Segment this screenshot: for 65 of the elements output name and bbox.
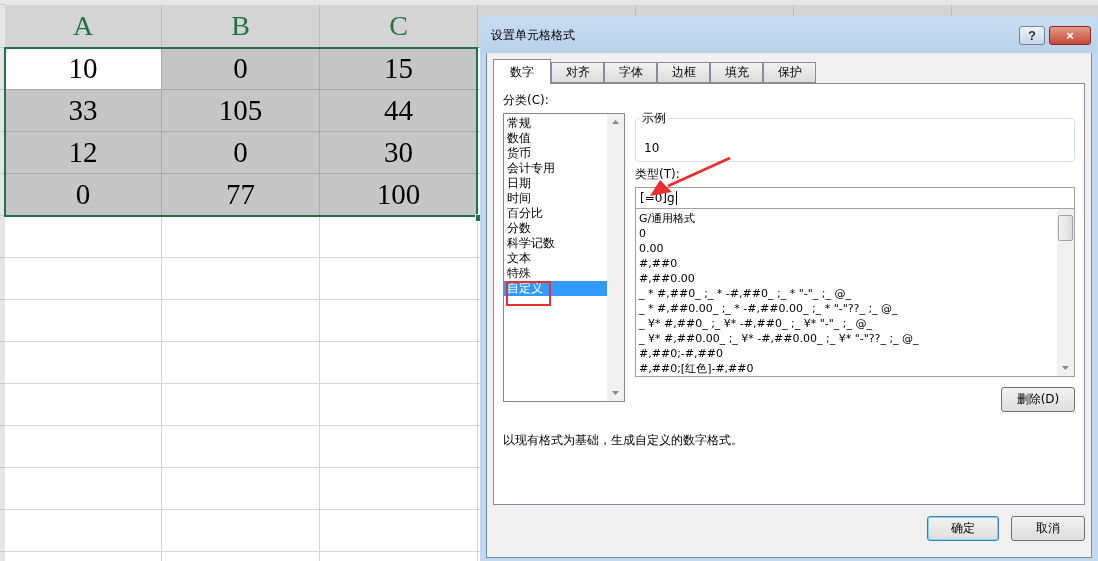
format-item[interactable]: 0: [639, 226, 1057, 241]
table-cell: 100: [320, 174, 478, 216]
category-label: 分类(C):: [503, 92, 550, 109]
table-cell: 77: [162, 174, 320, 216]
tab[interactable]: 字体: [604, 62, 657, 83]
scroll-down-icon[interactable]: [612, 391, 619, 395]
sample-label: 示例: [640, 110, 668, 127]
format-item[interactable]: #,##0.00: [639, 271, 1057, 286]
format-item[interactable]: _ * #,##0_ ;_ * -#,##0_ ;_ * "-"_ ;_ @_: [639, 286, 1057, 301]
table-cell: 33: [5, 90, 162, 132]
select-all-corner[interactable]: [0, 0, 5, 5]
category-item[interactable]: 文本: [504, 251, 607, 266]
column-header[interactable]: A: [5, 5, 162, 48]
scrollbar[interactable]: [607, 114, 624, 401]
format-item[interactable]: _ * #,##0.00_ ;_ * -#,##0.00_ ;_ * "-"??_ ;_ @_: [639, 301, 1057, 316]
category-item[interactable]: 数值: [504, 131, 607, 146]
table-cell: 44: [320, 90, 478, 132]
table-cell: 105: [162, 90, 320, 132]
category-item[interactable]: 时间: [504, 191, 607, 206]
scroll-up-icon[interactable]: [612, 120, 619, 124]
format-item[interactable]: #,##0;-#,##0: [639, 346, 1057, 361]
description-text: 以现有格式为基础，生成自定义的数字格式。: [503, 432, 744, 449]
table-cell: 0: [5, 174, 162, 216]
sample-value: 10: [644, 141, 660, 155]
tab[interactable]: 边框: [657, 62, 710, 83]
table-cell: 10: [5, 48, 162, 90]
table-cell: 0: [162, 132, 320, 174]
format-item[interactable]: _ ¥* #,##0.00_ ;_ ¥* -#,##0.00_ ;_ ¥* "-"??_ ;_ @_: [639, 331, 1057, 346]
category-item[interactable]: 常规: [504, 116, 607, 131]
category-item[interactable]: 分数: [504, 221, 607, 236]
tab[interactable]: 保护: [763, 62, 816, 83]
column-header[interactable]: B: [162, 5, 320, 48]
format-item[interactable]: 0.00: [639, 241, 1057, 256]
column-header[interactable]: C: [320, 5, 478, 48]
category-item[interactable]: 百分比: [504, 206, 607, 221]
row-header[interactable]: [0, 90, 5, 132]
format-item[interactable]: G/通用格式: [639, 211, 1057, 226]
cancel-button[interactable]: 取消: [1011, 516, 1085, 541]
format-item[interactable]: #,##0: [639, 256, 1057, 271]
delete-button[interactable]: 删除(D): [1001, 387, 1075, 412]
table-cell: 15: [320, 48, 478, 90]
category-item[interactable]: 会计专用: [504, 161, 607, 176]
type-label: 类型(T):: [635, 166, 681, 183]
category-item[interactable]: 日期: [504, 176, 607, 191]
category-item[interactable]: 科学记数: [504, 236, 607, 251]
scrollbar[interactable]: [1057, 209, 1074, 376]
highlight-box: [506, 281, 551, 306]
row-header[interactable]: [0, 174, 5, 216]
tab[interactable]: 填充: [710, 62, 763, 83]
table-cell: 30: [320, 132, 478, 174]
tab[interactable]: 对齐: [551, 62, 604, 83]
ok-button[interactable]: 确定: [927, 516, 999, 541]
format-item[interactable]: #,##0;[红色]-#,##0: [639, 361, 1057, 376]
table-cell: 0: [162, 48, 320, 90]
window-title: 设置单元格格式: [491, 26, 576, 44]
tab[interactable]: 数字: [493, 59, 551, 84]
table-cell: 12: [5, 132, 162, 174]
scroll-thumb[interactable]: [1058, 214, 1073, 241]
format-item[interactable]: _ ¥* #,##0_ ;_ ¥* -#,##0_ ;_ ¥* "-"_ ;_ @_: [639, 316, 1057, 331]
row-header[interactable]: [0, 48, 5, 90]
row-header[interactable]: [0, 132, 5, 174]
help-button[interactable]: ?: [1019, 25, 1045, 45]
scroll-down-icon[interactable]: [1062, 366, 1069, 370]
category-item[interactable]: 货币: [504, 146, 607, 161]
category-item[interactable]: 特殊: [504, 266, 607, 281]
